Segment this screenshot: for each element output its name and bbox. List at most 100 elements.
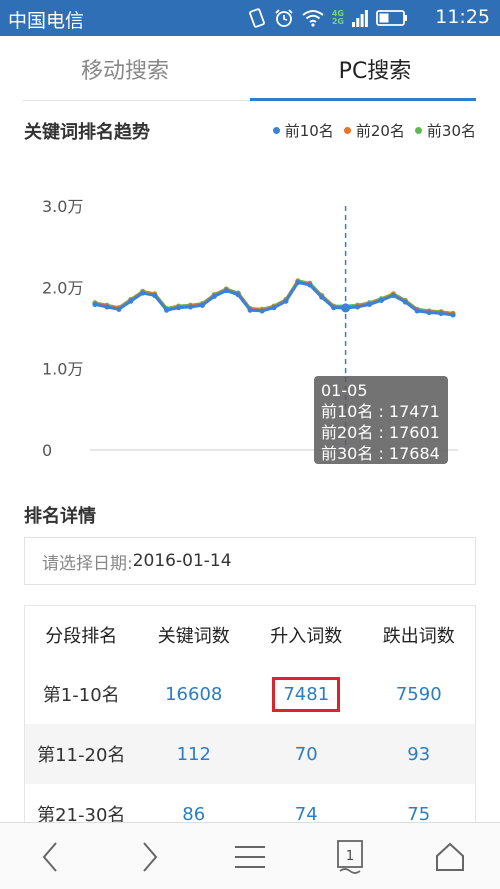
clock: 11:25: [435, 6, 490, 28]
drop-count-cell[interactable]: 93: [363, 744, 476, 765]
series-point: [128, 298, 134, 304]
series-point: [164, 307, 170, 313]
wifi-icon: [302, 10, 324, 27]
ranking-details-title: 排名详情: [24, 506, 96, 527]
series-point: [235, 292, 241, 298]
carrier-name: 中国电信: [8, 10, 85, 32]
home-button[interactable]: [430, 837, 470, 877]
series-point: [199, 302, 205, 308]
tabs-button[interactable]: 1: [330, 837, 370, 877]
date-picker-value: 2016-01-14: [132, 551, 232, 571]
series-point: [271, 305, 277, 311]
series-point: [366, 301, 373, 308]
tooltip-line-top10: 前10名 : 17471: [321, 402, 440, 421]
signal-icon: [352, 10, 368, 27]
tooltip-line-top30: 前30名 : 17684: [321, 444, 440, 463]
search-type-tabs: 移动搜索 PC搜索: [0, 36, 500, 102]
series-point: [390, 292, 396, 299]
y-tick-label: 3.0万: [42, 197, 83, 216]
series-point: [259, 308, 265, 314]
series-point: [450, 312, 456, 318]
series-point: [152, 292, 158, 299]
date-picker-label: 请选择日期:: [42, 553, 133, 574]
date-picker[interactable]: 请选择日期: 2016-01-14: [24, 537, 476, 585]
y-tick-label: 2.0万: [42, 278, 83, 297]
series-point: [140, 290, 146, 296]
y-tick-label: 1.0万: [42, 360, 83, 379]
series-point: [104, 304, 110, 310]
tooltip-date: 01-05: [321, 381, 368, 400]
series-point: [223, 287, 229, 294]
table-header-row: 分段排名 关键词数 升入词数 跌出词数: [25, 606, 475, 664]
series-point: [175, 305, 182, 311]
vibrate-icon: [248, 8, 265, 28]
status-icons: 4G 2G: [248, 7, 408, 29]
series-point: [187, 304, 194, 310]
menu-icon: [235, 846, 265, 868]
series-point: [414, 308, 420, 314]
tab-pc-search[interactable]: PC搜索: [250, 36, 500, 102]
highlighted-value[interactable]: 7481: [272, 676, 341, 712]
legend-dot-top20: [343, 127, 351, 134]
header-rank-segment: 分段排名: [45, 626, 118, 647]
tab-divider: [22, 100, 250, 101]
legend-dot-top10: [272, 127, 280, 134]
tooltip-line-top20: 前20名 : 17601: [321, 423, 440, 442]
table-row: 第11-20名 112 70 93: [25, 724, 475, 784]
alarm-icon: [275, 9, 293, 27]
row-label: 第11-20名: [37, 745, 126, 766]
series-point: [283, 298, 289, 304]
legend-label-top10: 前10名: [284, 122, 334, 140]
row-label: 第1-10名: [42, 685, 120, 706]
chevron-right-icon: [143, 842, 158, 872]
legend-item-top20[interactable]: 前20名: [343, 120, 405, 141]
legend-item-top30[interactable]: 前30名: [414, 120, 476, 141]
series-point: [92, 301, 98, 308]
header-keyword-count: 关键词数: [157, 626, 230, 647]
ranking-table: 分段排名 关键词数 升入词数 跌出词数 第1-10名 16608 7481 75…: [24, 605, 476, 844]
series-point: [438, 310, 444, 316]
chart-legend: 前10名 前20名 前30名: [272, 120, 476, 141]
series-point: [402, 299, 408, 305]
network-type: 4G 2G: [331, 9, 344, 26]
forward-button[interactable]: [130, 837, 170, 877]
series-point: [211, 293, 217, 299]
series-point: [378, 297, 384, 303]
back-button[interactable]: [30, 837, 70, 877]
series-point: [247, 307, 253, 313]
legend-dot-top30: [414, 127, 422, 134]
battery-icon: [376, 10, 407, 26]
bottom-nav-bar: 1: [0, 822, 500, 889]
tooltip-point: [341, 303, 351, 313]
tab-count: 1: [346, 849, 354, 864]
legend-label-top20: 前20名: [355, 122, 405, 140]
rise-count-cell[interactable]: 70: [250, 744, 363, 765]
header-drop-count: 跌出词数: [382, 626, 455, 647]
series-point: [319, 294, 325, 300]
series-point: [331, 305, 337, 311]
drop-count-cell[interactable]: 7590: [363, 684, 476, 705]
series-point: [426, 309, 432, 316]
y-tick-label: 0: [42, 441, 52, 456]
page-content: 移动搜索 PC搜索 关键词排名趋势 前10名 前20名 前30名 3.0万 2.0…: [0, 36, 500, 844]
series-point: [295, 279, 301, 286]
chevron-left-icon: [42, 842, 57, 872]
chart-tooltip: 01-05 前10名 : 17471 前20名 : 17601 前30名 : 1…: [314, 376, 448, 464]
keyword-count-cell[interactable]: 112: [138, 744, 251, 765]
legend-item-top10[interactable]: 前10名: [272, 120, 334, 141]
active-tab-indicator: [250, 98, 476, 101]
home-icon: [436, 842, 464, 871]
header-rise-count: 升入词数: [270, 626, 343, 647]
series-point: [307, 282, 313, 288]
tab-mobile-search[interactable]: 移动搜索: [0, 36, 250, 102]
keyword-count-cell[interactable]: 16608: [138, 684, 251, 705]
legend-label-top30: 前30名: [426, 122, 476, 140]
chart-title: 关键词排名趋势: [24, 122, 150, 143]
series-point: [354, 304, 361, 310]
series-point: [116, 306, 122, 312]
menu-button[interactable]: [230, 837, 270, 877]
status-bar: 中国电信 4G 2G 11:25: [0, 0, 500, 36]
tabs-icon: 1: [337, 840, 363, 874]
rise-count-cell[interactable]: 7481: [250, 676, 363, 712]
table-row: 第1-10名 16608 7481 7590: [25, 664, 475, 724]
